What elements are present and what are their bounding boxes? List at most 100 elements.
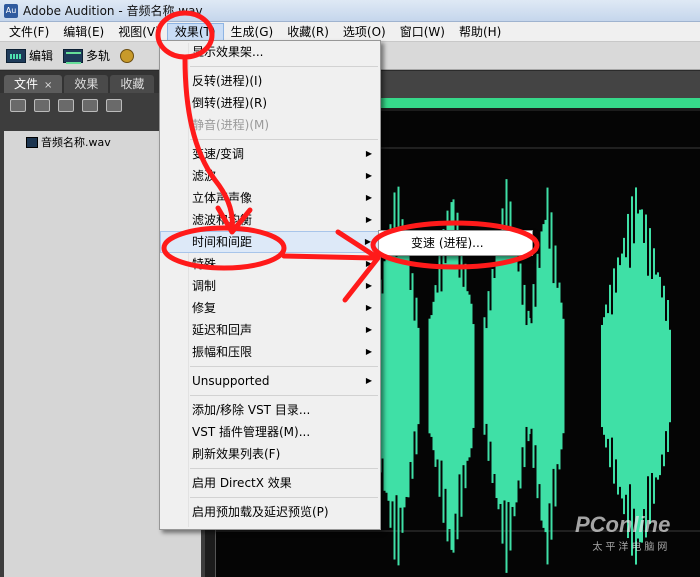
menu-item-1[interactable]: 编辑(E) <box>56 23 111 41</box>
overview-bar[interactable] <box>380 98 700 108</box>
effects-menu-item[interactable]: 修复 ▶ <box>160 297 380 319</box>
effects-menu-item[interactable]: 变速/变调 ▶ <box>160 143 380 165</box>
tab-effects[interactable]: 效果 <box>64 75 109 93</box>
effects-menu-item-label: 时间和间距 <box>192 235 253 249</box>
menu-item-8[interactable]: 帮助(H) <box>452 23 508 41</box>
waveform-bar <box>659 276 661 476</box>
title-bar: Au Adobe Audition - 音频名称.wav <box>0 0 700 22</box>
effects-menu-item-label: 调制 <box>192 279 217 293</box>
waveform-bar <box>621 253 623 499</box>
close-file-icon[interactable] <box>34 98 50 112</box>
play-file-icon[interactable] <box>106 98 122 112</box>
waveform-bar <box>657 272 659 480</box>
tab-favorites[interactable]: 收藏 <box>110 75 155 93</box>
waveform-bar <box>399 244 402 508</box>
effects-menu-item[interactable]: 滤波 ▶ <box>160 165 380 187</box>
effects-menu-item[interactable]: 时间和间距 ▶ <box>160 231 380 253</box>
effects-menu-item[interactable]: 滤波和均衡 ▶ <box>160 209 380 231</box>
waveform-bar <box>413 320 416 432</box>
effects-menu-item-label: 修复 <box>192 301 217 315</box>
waveform-bar <box>485 328 488 424</box>
waveform-bar <box>395 256 398 496</box>
effects-menu-item[interactable]: 倒转(进程)(R) <box>160 92 380 114</box>
waveform-bar <box>487 291 490 461</box>
effects-menu-item[interactable]: VST 插件管理器(M)... <box>160 421 380 443</box>
effects-menu-item[interactable]: 启用 DirectX 效果 <box>160 472 380 494</box>
waveform-bar <box>635 187 637 565</box>
multitrack-view-button[interactable]: 多轨 <box>63 45 110 67</box>
waveform-bar <box>444 263 447 489</box>
watermark-logo: PConline <box>575 512 671 537</box>
effects-menu-item[interactable]: Unsupported ▶ <box>160 370 380 392</box>
submenu-arrow-icon: ▶ <box>365 325 372 334</box>
open-file-icon[interactable] <box>10 98 26 112</box>
waveform-bar <box>409 289 412 463</box>
import-icon[interactable] <box>58 98 74 112</box>
menu-item-4[interactable]: 生成(G) <box>224 23 281 41</box>
waveform-bar <box>415 297 418 455</box>
waveform-bar <box>491 269 494 483</box>
effects-menu-item[interactable]: 显示效果架... <box>160 41 380 63</box>
waveform-bar <box>625 257 627 495</box>
effects-menu-item[interactable]: 延迟和回声 ▶ <box>160 319 380 341</box>
waveform-bar <box>647 275 649 477</box>
waveform-bar <box>387 251 390 501</box>
waveform-bar <box>381 293 384 459</box>
waveform-bar <box>403 244 406 508</box>
menu-item-5[interactable]: 收藏(R) <box>280 23 336 41</box>
waveform-bar <box>483 317 486 435</box>
effects-menu-item-label: 静音(进程)(M) <box>192 118 270 132</box>
submenu-arrow-icon: ▶ <box>365 149 372 158</box>
tab-files[interactable]: 文件 × <box>4 75 63 93</box>
effects-menu-item[interactable]: 刷新效果列表(F) <box>160 443 380 465</box>
waveform-bar <box>629 267 631 485</box>
waveform-bar <box>417 327 420 425</box>
waveform-bar <box>544 219 547 533</box>
menu-item-2[interactable]: 视图(V) <box>111 23 167 41</box>
waveform-bar <box>548 248 551 504</box>
effects-menu-item-label: Unsupported <box>192 374 270 388</box>
waveform-bar <box>499 248 502 504</box>
waveform-bar <box>627 213 629 539</box>
multitrack-icon <box>63 48 84 64</box>
effects-menu-item[interactable]: 调制 ▶ <box>160 275 380 297</box>
watermark-subtitle: 太平洋电脑网 <box>592 542 671 553</box>
waveform-bar <box>532 284 535 468</box>
waveform-bar <box>562 318 565 434</box>
submenu-arrow-icon: ▶ <box>365 193 372 202</box>
edit-view-button[interactable]: 编辑 <box>6 45 53 67</box>
waveform-bar <box>643 242 645 510</box>
menu-item-stretch[interactable]: 变速 (进程)... <box>379 231 532 255</box>
insert-icon[interactable] <box>82 98 98 112</box>
waveform-bar <box>430 315 433 437</box>
waveform-bar <box>432 301 435 451</box>
waveform-bar <box>609 284 611 468</box>
tab-effects-label: 效果 <box>74 77 99 91</box>
menu-item-3[interactable]: 效果(T) <box>166 22 224 41</box>
waveform-bar <box>454 238 457 514</box>
waveform-bar <box>619 265 621 487</box>
waveform-bar <box>617 257 619 495</box>
effects-menu-item[interactable]: 振幅和压限 ▶ <box>160 341 380 363</box>
menu-item-0[interactable]: 文件(F) <box>2 23 56 41</box>
effects-menu-item[interactable]: 反转(进程)(I) <box>160 70 380 92</box>
effects-menu-item[interactable]: 添加/移除 VST 目录... <box>160 399 380 421</box>
waveform-bar <box>607 313 609 439</box>
waveform-bar <box>446 210 449 542</box>
waveform-bar <box>631 196 633 556</box>
effects-menu-item: 静音(进程)(M) <box>160 114 380 136</box>
waveform-bar <box>558 282 561 470</box>
menu-item-7[interactable]: 窗口(W) <box>393 23 452 41</box>
effects-menu-item-label: 倒转(进程)(R) <box>192 96 268 110</box>
waveform-bar <box>391 250 394 502</box>
effects-menu-item-label: 启用预加载及延迟预览(P) <box>192 505 329 519</box>
effects-menu-item[interactable]: 启用预加载及延迟预览(P) <box>160 501 380 523</box>
close-icon[interactable]: × <box>44 80 52 91</box>
effects-menu-item[interactable]: 特殊 ▶ <box>160 253 380 275</box>
effects-menu-item[interactable]: 立体声声像 ▶ <box>160 187 380 209</box>
effects-menu-item-label: 特殊 <box>192 257 217 271</box>
cd-view-button[interactable] <box>120 45 135 67</box>
waveform-bar <box>542 224 545 528</box>
menu-item-6[interactable]: 选项(O) <box>336 23 393 41</box>
waveform-bar <box>493 278 496 474</box>
